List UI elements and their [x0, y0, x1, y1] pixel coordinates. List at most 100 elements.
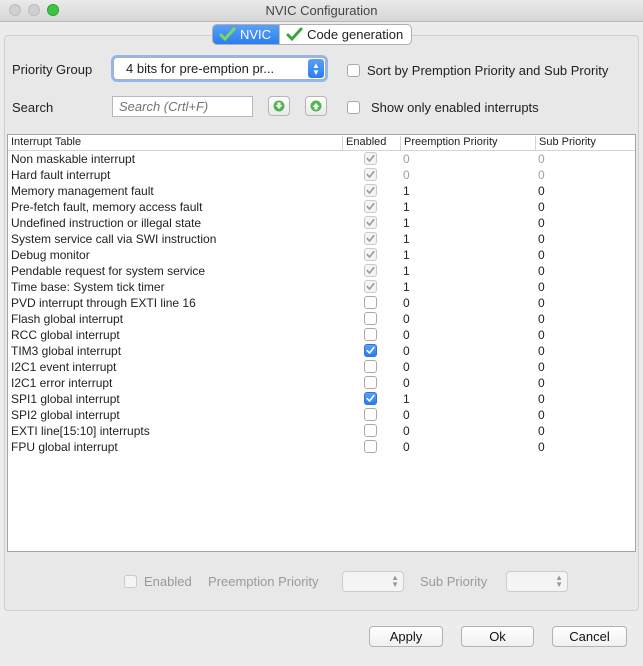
table-row[interactable]: Non maskable interrupt 0 0: [8, 151, 635, 167]
interrupt-name: Undefined instruction or illegal state: [11, 216, 202, 230]
table-row[interactable]: Flash global interrupt 0 0: [8, 311, 635, 327]
enabled-checkbox[interactable]: [364, 312, 377, 325]
table-row[interactable]: SPI1 global interrupt 1 0: [8, 391, 635, 407]
table-row[interactable]: Hard fault interrupt 0 0: [8, 167, 635, 183]
preemption-priority-cell[interactable]: 0: [403, 311, 410, 327]
sub-priority-cell[interactable]: 0: [538, 183, 545, 199]
column-header-sub[interactable]: Sub Priority: [535, 136, 635, 150]
checkmark-icon: [366, 218, 375, 226]
tab-code-generation-label: Code generation: [307, 27, 404, 42]
column-header-enabled[interactable]: Enabled: [342, 136, 400, 150]
priority-group-select[interactable]: 4 bits for pre-emption pr... ▲ ▼: [113, 57, 326, 80]
table-row[interactable]: Memory management fault 1 0: [8, 183, 635, 199]
sub-priority-cell[interactable]: 0: [538, 327, 545, 343]
column-header-interrupt[interactable]: Interrupt Table: [11, 136, 81, 150]
interrupt-table: Interrupt Table Enabled Preemption Prior…: [7, 134, 636, 552]
show-enabled-checkbox[interactable]: [347, 101, 360, 114]
enabled-checkbox[interactable]: [364, 360, 377, 373]
sub-priority-cell[interactable]: 0: [538, 439, 545, 455]
sub-priority-cell[interactable]: 0: [538, 359, 545, 375]
enabled-checkbox[interactable]: [364, 296, 377, 309]
checkmark-icon: [366, 266, 375, 274]
checkmark-icon: [219, 27, 236, 42]
search-next-button[interactable]: [268, 96, 290, 116]
preemption-priority-cell[interactable]: 1: [403, 183, 410, 199]
enabled-checkbox[interactable]: [364, 440, 377, 453]
table-row[interactable]: I2C1 error interrupt 0 0: [8, 375, 635, 391]
sub-priority-cell[interactable]: 0: [538, 151, 545, 167]
preemption-priority-cell[interactable]: 0: [403, 151, 410, 167]
priority-group-value: 4 bits for pre-emption pr...: [126, 61, 275, 76]
search-previous-button[interactable]: [305, 96, 327, 116]
table-row[interactable]: System service call via SWI instruction 1…: [8, 231, 635, 247]
enabled-cell: [364, 376, 377, 392]
search-input[interactable]: [112, 96, 253, 117]
sub-priority-cell[interactable]: 0: [538, 263, 545, 279]
priority-group-label: Priority Group: [12, 62, 93, 77]
table-row[interactable]: Undefined instruction or illegal state 1 0: [8, 215, 635, 231]
table-row[interactable]: PVD interrupt through EXTI line 16 0 0: [8, 295, 635, 311]
preemption-priority-cell[interactable]: 0: [403, 439, 410, 455]
enabled-checkbox: [364, 216, 377, 229]
preemption-priority-cell[interactable]: 1: [403, 247, 410, 263]
tab-code-generation[interactable]: Code generation: [279, 25, 411, 44]
sub-priority-cell[interactable]: 0: [538, 279, 545, 295]
cancel-button[interactable]: Cancel: [552, 626, 627, 647]
column-header-preemption[interactable]: Preemption Priority: [400, 136, 535, 150]
preemption-priority-cell[interactable]: 0: [403, 375, 410, 391]
preemption-priority-cell[interactable]: 0: [403, 327, 410, 343]
table-row[interactable]: RCC global interrupt 0 0: [8, 327, 635, 343]
enabled-checkbox[interactable]: [364, 328, 377, 341]
enabled-checkbox[interactable]: [364, 392, 377, 405]
table-row[interactable]: EXTI line[15:10] interrupts 0 0: [8, 423, 635, 439]
enabled-checkbox[interactable]: [364, 376, 377, 389]
preemption-priority-cell[interactable]: 0: [403, 423, 410, 439]
preemption-priority-cell[interactable]: 1: [403, 199, 410, 215]
table-row[interactable]: I2C1 event interrupt 0 0: [8, 359, 635, 375]
sub-priority-cell[interactable]: 0: [538, 167, 545, 183]
sub-priority-cell[interactable]: 0: [538, 391, 545, 407]
table-row[interactable]: Debug monitor 1 0: [8, 247, 635, 263]
preemption-priority-cell[interactable]: 1: [403, 279, 410, 295]
enabled-checkbox[interactable]: [364, 344, 377, 357]
ok-button[interactable]: Ok: [461, 626, 534, 647]
preemption-priority-cell[interactable]: 1: [403, 231, 410, 247]
sort-checkbox[interactable]: [347, 64, 360, 77]
tab-nvic[interactable]: NVIC: [213, 25, 280, 44]
preemption-priority-cell[interactable]: 0: [403, 359, 410, 375]
enabled-checkbox[interactable]: [364, 408, 377, 421]
checkmark-icon: [366, 346, 375, 354]
sub-priority-cell[interactable]: 0: [538, 375, 545, 391]
preemption-priority-cell[interactable]: 1: [403, 215, 410, 231]
preemption-priority-cell[interactable]: 1: [403, 263, 410, 279]
sub-priority-cell[interactable]: 0: [538, 199, 545, 215]
detail-enabled-checkbox[interactable]: [124, 575, 137, 588]
chevron-updown-icon: ▲ ▼: [555, 573, 563, 589]
preemption-priority-cell[interactable]: 0: [403, 343, 410, 359]
table-row[interactable]: Time base: System tick timer 1 0: [8, 279, 635, 295]
sub-priority-cell[interactable]: 0: [538, 407, 545, 423]
table-row[interactable]: SPI2 global interrupt 0 0: [8, 407, 635, 423]
preemption-priority-cell[interactable]: 1: [403, 391, 410, 407]
sub-priority-cell[interactable]: 0: [538, 343, 545, 359]
enabled-checkbox[interactable]: [364, 424, 377, 437]
interrupt-name: PVD interrupt through EXTI line 16: [11, 296, 196, 310]
apply-button[interactable]: Apply: [369, 626, 443, 647]
sub-priority-cell[interactable]: 0: [538, 295, 545, 311]
sub-priority-cell[interactable]: 0: [538, 231, 545, 247]
sub-priority-cell[interactable]: 0: [538, 423, 545, 439]
table-row[interactable]: TIM3 global interrupt 0 0: [8, 343, 635, 359]
preemption-priority-cell[interactable]: 0: [403, 167, 410, 183]
enabled-cell: [364, 312, 377, 328]
sub-priority-cell[interactable]: 0: [538, 311, 545, 327]
detail-preemption-select[interactable]: ▲ ▼: [342, 571, 404, 592]
interrupt-name: RCC global interrupt: [11, 328, 120, 342]
detail-sub-select[interactable]: ▲ ▼: [506, 571, 568, 592]
sub-priority-cell[interactable]: 0: [538, 247, 545, 263]
sub-priority-cell[interactable]: 0: [538, 215, 545, 231]
preemption-priority-cell[interactable]: 0: [403, 295, 410, 311]
table-row[interactable]: Pendable request for system service 1 0: [8, 263, 635, 279]
table-row[interactable]: Pre-fetch fault, memory access fault 1 0: [8, 199, 635, 215]
table-row[interactable]: FPU global interrupt 0 0: [8, 439, 635, 455]
preemption-priority-cell[interactable]: 0: [403, 407, 410, 423]
